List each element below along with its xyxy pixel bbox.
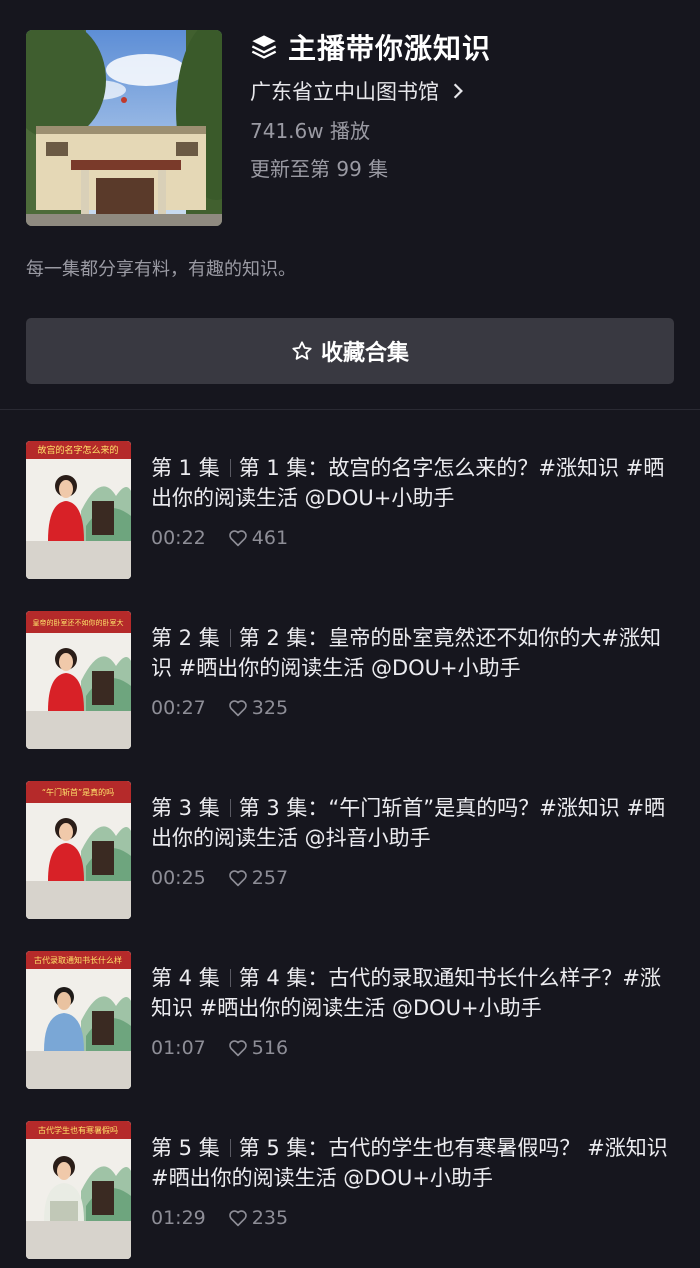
author-name: 广东省立中山图书馆 — [250, 80, 439, 104]
divider — [229, 1139, 231, 1157]
play-count: 741.6w 播放 — [250, 119, 370, 143]
episode-title-line: 第 3 集第 3 集：“午门斩首”是真的吗？#涨知识 #晒出你的阅读生活 @抖音… — [151, 793, 678, 853]
thumbnail-caption: 古代学生也有寒暑假吗 — [38, 1125, 118, 1135]
chevron-right-icon — [453, 83, 463, 99]
collection-info: 主播带你涨知识 广东省立中山图书馆 741.6w 播放 更新至第 99 集 — [250, 30, 680, 184]
stack-layers-icon — [251, 35, 277, 59]
episode-title-line: 第 2 集第 2 集：皇帝的卧室竟然还不如你的大#涨知识 #晒出你的阅读生活 @… — [151, 623, 678, 683]
heart-outline-icon — [228, 530, 247, 547]
episode-text: 第 5 集第 5 集：古代的学生也有寒暑假吗？ #涨知识 #晒出你的阅读生活 @… — [151, 1133, 678, 1229]
episode-title: 第 1 集：故宫的名字怎么来的？#涨知识 #晒出你的阅读生活 @DOU+小助手 — [151, 456, 665, 510]
episode-meta: 00:22 461 — [151, 527, 678, 549]
episode-meta: 00:25 257 — [151, 867, 678, 889]
episode-duration: 00:22 — [151, 527, 206, 549]
episode-item[interactable]: 故宫的名字怎么来的 第 1 集第 1 集：故宫的名字怎么来的？#涨知识 #晒出你… — [0, 411, 700, 581]
collection-header: 主播带你涨知识 广东省立中山图书馆 741.6w 播放 更新至第 99 集 每一… — [0, 0, 700, 410]
collect-button-label: 收藏合集 — [320, 341, 409, 366]
author-link[interactable]: 广东省立中山图书馆 — [250, 74, 680, 108]
heart-outline-icon — [228, 700, 247, 717]
divider — [229, 459, 231, 477]
collection-description: 每一集都分享有料，有趣的知识。 — [26, 259, 296, 280]
episode-meta: 01:29 235 — [151, 1207, 678, 1229]
collect-collection-button[interactable]: 收藏合集 — [26, 318, 674, 384]
episode-thumbnail: 皇帝的卧室还不如你的卧室大 — [26, 611, 131, 749]
divider — [229, 969, 231, 987]
heart-outline-icon — [228, 1040, 247, 1057]
episode-likes: 257 — [251, 867, 289, 889]
thumbnail-caption: “午门斩首”是真的吗 — [42, 787, 114, 797]
episode-number: 第 3 集 — [151, 796, 220, 820]
episode-title-line: 第 5 集第 5 集：古代的学生也有寒暑假吗？ #涨知识 #晒出你的阅读生活 @… — [151, 1133, 678, 1193]
episode-text: 第 4 集第 4 集：古代的录取通知书长什么样子？#涨知识 #晒出你的阅读生活 … — [151, 963, 678, 1059]
episode-duration: 00:25 — [151, 867, 206, 889]
episode-text: 第 1 集第 1 集：故宫的名字怎么来的？#涨知识 #晒出你的阅读生活 @DOU… — [151, 453, 678, 549]
episode-number: 第 2 集 — [151, 626, 220, 650]
episode-thumbnail: 古代录取通知书长什么样 — [26, 951, 131, 1089]
divider — [229, 799, 231, 817]
episode-title-line: 第 4 集第 4 集：古代的录取通知书长什么样子？#涨知识 #晒出你的阅读生活 … — [151, 963, 678, 1023]
divider — [229, 629, 231, 647]
episode-duration: 00:27 — [151, 697, 206, 719]
thumbnail-caption: 古代录取通知书长什么样 — [34, 955, 122, 965]
episode-meta: 00:27 325 — [151, 697, 678, 719]
collection-cover-image — [26, 30, 222, 226]
episode-item[interactable]: 古代学生也有寒暑假吗 第 5 集第 5 集：古代的学生也有寒暑假吗？ #涨知识 … — [0, 1091, 700, 1261]
heart-outline-icon — [228, 1210, 247, 1227]
episode-thumbnail: 故宫的名字怎么来的 — [26, 441, 131, 579]
episode-text: 第 2 集第 2 集：皇帝的卧室竟然还不如你的大#涨知识 #晒出你的阅读生活 @… — [151, 623, 678, 719]
episode-likes: 516 — [251, 1037, 289, 1059]
thumbnail-caption: 故宫的名字怎么来的 — [37, 444, 118, 456]
episode-meta: 01:07 516 — [151, 1037, 678, 1059]
episode-number: 第 4 集 — [151, 966, 220, 990]
star-outline-icon — [292, 341, 312, 360]
episode-number: 第 1 集 — [151, 456, 220, 480]
episode-list: 故宫的名字怎么来的 第 1 集第 1 集：故宫的名字怎么来的？#涨知识 #晒出你… — [0, 411, 700, 1261]
heart-outline-icon — [228, 870, 247, 887]
episode-title: 第 4 集：古代的录取通知书长什么样子？#涨知识 #晒出你的阅读生活 @DOU+… — [151, 966, 662, 1020]
episode-text: 第 3 集第 3 集：“午门斩首”是真的吗？#涨知识 #晒出你的阅读生活 @抖音… — [151, 793, 678, 889]
episode-duration: 01:07 — [151, 1037, 206, 1059]
episode-title: 第 3 集：“午门斩首”是真的吗？#涨知识 #晒出你的阅读生活 @抖音小助手 — [151, 796, 666, 850]
episode-item[interactable]: 古代录取通知书长什么样 第 4 集第 4 集：古代的录取通知书长什么样子？#涨知… — [0, 921, 700, 1091]
episode-title-line: 第 1 集第 1 集：故宫的名字怎么来的？#涨知识 #晒出你的阅读生活 @DOU… — [151, 453, 678, 513]
episode-likes: 461 — [251, 527, 289, 549]
episode-item[interactable]: “午门斩首”是真的吗 第 3 集第 3 集：“午门斩首”是真的吗？#涨知识 #晒… — [0, 751, 700, 921]
thumbnail-caption: 皇帝的卧室还不如你的卧室大 — [33, 618, 124, 627]
episode-likes: 235 — [251, 1207, 289, 1229]
episode-number: 第 5 集 — [151, 1136, 220, 1160]
episode-duration: 01:29 — [151, 1207, 206, 1229]
episode-title: 第 2 集：皇帝的卧室竟然还不如你的大#涨知识 #晒出你的阅读生活 @DOU+小… — [151, 626, 662, 680]
episode-likes: 325 — [251, 697, 289, 719]
episode-thumbnail: “午门斩首”是真的吗 — [26, 781, 131, 919]
update-status: 更新至第 99 集 — [250, 157, 389, 181]
episode-item[interactable]: 皇帝的卧室还不如你的卧室大 第 2 集第 2 集：皇帝的卧室竟然还不如你的大#涨… — [0, 581, 700, 751]
episode-thumbnail: 古代学生也有寒暑假吗 — [26, 1121, 131, 1259]
collection-title-row: 主播带你涨知识 — [250, 30, 680, 65]
episode-title: 第 5 集：古代的学生也有寒暑假吗？ #涨知识 #晒出你的阅读生活 @DOU+小… — [151, 1136, 668, 1190]
collection-title: 主播带你涨知识 — [288, 32, 492, 65]
